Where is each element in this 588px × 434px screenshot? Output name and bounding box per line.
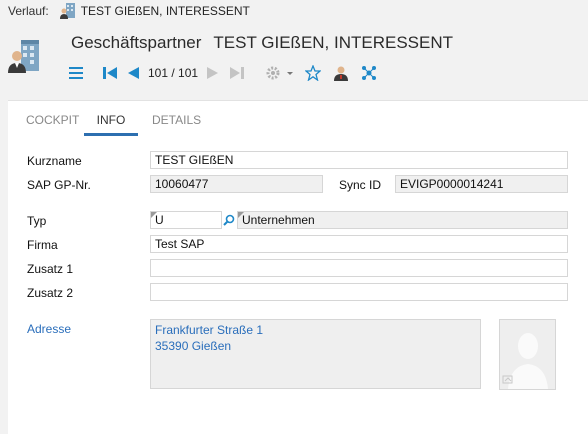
contact-person-icon[interactable] [330,62,352,84]
partner-icon [6,38,42,77]
zusatz1-label: Zusatz 1 [27,262,74,276]
building-person-icon [59,3,75,19]
tab-info[interactable]: INFO [84,113,138,136]
person-silhouette-icon [502,333,548,389]
next-record-icon[interactable] [204,62,220,84]
sync-id-field: EVIGP0000014241 [395,175,568,193]
zusatz2-field[interactable] [150,283,568,301]
search-icon[interactable] [222,211,236,229]
address-line-street: Frankfurter Straße 1 [155,323,264,337]
sync-id-label: Sync ID [339,178,382,192]
address-line-city: 35390 Gießen [155,339,232,353]
last-record-icon[interactable] [224,62,250,84]
first-record-icon[interactable] [96,62,124,84]
kurzname-field[interactable]: TEST GIEßEN [150,151,568,169]
sap-number-label: SAP GP-Nr. [27,178,91,192]
object-type-title: Geschäftspartner [71,33,202,52]
previous-record-icon[interactable] [124,62,142,84]
history-crumb[interactable]: TEST GIEßEN, INTERESSENT [59,2,250,20]
page-title: Geschäftspartner TEST GIEßEN, INTERESSENT [71,33,453,53]
zusatz1-field[interactable] [150,259,568,277]
typ-code-field[interactable]: U [150,211,222,229]
network-graph-icon[interactable] [358,62,380,84]
firma-label: Firma [27,238,58,252]
history-label: Verlauf: [8,4,49,18]
kurzname-label: Kurzname [27,154,82,168]
typ-text-field: Unternehmen [237,211,568,229]
address-box[interactable]: Frankfurter Straße 1 35390 Gießen [150,319,481,389]
pager-counter: 101 / 101 [148,66,199,80]
contact-photo[interactable] [499,319,556,390]
menu-icon[interactable] [66,62,86,84]
toolbar: 101 / 101 [66,62,380,84]
tab-cockpit[interactable]: COCKPIT [26,113,84,136]
sap-number-field: 10060477 [150,175,323,193]
object-name-title: TEST GIEßEN, INTERESSENT [213,33,454,52]
firma-field[interactable]: Test SAP [150,235,568,253]
detail-panel: COCKPIT INFO DETAILS Kurzname TEST GIEßE… [8,100,588,434]
typ-label: Typ [27,214,47,228]
history-crumb-text: TEST GIEßEN, INTERESSENT [80,4,250,18]
zusatz2-label: Zusatz 2 [27,286,74,300]
tab-bar: COCKPIT INFO DETAILS [26,113,215,136]
adresse-link[interactable]: Adresse [27,322,71,336]
settings-gear-icon[interactable] [264,62,296,84]
history-bar: Verlauf: TEST GIEßEN, INTERESSENT [0,0,588,22]
tab-details[interactable]: DETAILS [152,113,215,136]
favorite-star-icon[interactable] [302,62,324,84]
